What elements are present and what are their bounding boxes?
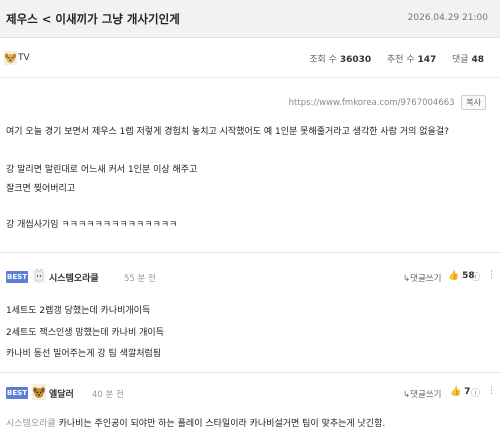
votes-count: 147 — [417, 55, 437, 65]
post-meta: TV 조회 수 36030 추천 수 147 댓글 48 — [0, 38, 500, 78]
post-date: 2026.04.29 21:00 — [407, 13, 488, 23]
post-url-line: https://www.fmkorea.com/9767004663 복사 — [289, 95, 486, 110]
post-page: 제우스 < 이새끼가 그냥 개사기인게 2026.04.29 21:00 TV … — [0, 0, 500, 440]
comment-item: BEST 시스템오라클 55 분 전 ↳댓글쓰기 👍 58 ⓘ ⋮ 1세트도 2… — [0, 252, 500, 370]
dog-avatar-icon[interactable] — [32, 384, 46, 400]
dog-avatar-icon[interactable] — [4, 51, 17, 65]
best-badge: BEST — [6, 387, 28, 399]
comment-text-line: 1세트도 2렙갱 당했는데 카나비개이득 — [6, 306, 151, 316]
thumbs-up-icon: 👍 — [448, 271, 460, 281]
avatar-icon[interactable] — [32, 268, 46, 284]
post-body-line: 잘크면 찢어버리고 — [6, 184, 76, 194]
comment-time: 55 분 전 — [124, 274, 156, 284]
comment-item: BEST 엘달러 40 분 전 ↳댓글쓰기 👍 7 ⓘ ⋮ 시스템오라클 카나비… — [0, 372, 500, 440]
comment-text-line: 2세트도 잭스인생 망했는데 카나비 개이득 — [6, 328, 164, 338]
post-stats: 조회 수 36030 추천 수 147 댓글 48 — [309, 52, 484, 65]
reply-target[interactable]: 시스템오라클 — [6, 419, 56, 429]
like-count: 7 — [464, 387, 471, 397]
comment-nickname[interactable]: 엘달러 — [49, 387, 74, 400]
comment-nickname[interactable]: 시스템오라클 — [49, 271, 99, 284]
comment-text-line: 카나비 동선 밀어주는게 강 팀 색깔처럼됨 — [6, 349, 162, 359]
comment-text: 카나비는 주인공이 되야만 하는 플레이 스타일이라 카나비설거면 팀이 맞추는… — [58, 419, 386, 429]
post-body-line: 여기 오늘 경기 보면서 제우스 1렙 저렇게 경험치 놓치고 시작했어도 예 … — [6, 127, 449, 137]
comment-text-line: 시스템오라클 카나비는 주인공이 되야만 하는 플레이 스타일이라 카나비설거면… — [6, 416, 385, 429]
comment-time: 40 분 전 — [92, 390, 124, 400]
views-count: 36030 — [339, 55, 372, 65]
best-badge: BEST — [6, 271, 28, 283]
views-label: 조회 수 — [309, 55, 337, 65]
like-button[interactable]: 👍 7 — [450, 387, 470, 397]
comments-count: 48 — [471, 55, 484, 65]
reply-button[interactable]: ↳댓글쓰기 — [403, 388, 441, 400]
post-title[interactable]: 제우스 < 이새끼가 그냥 개사기인게 — [6, 11, 180, 27]
votes-label: 추천 수 — [386, 55, 415, 65]
post-body-line: 강 말리면 말린대로 어느새 커서 1인분 이상 해주고 — [6, 165, 198, 175]
post-url[interactable]: https://www.fmkorea.com/9767004663 — [289, 98, 455, 108]
comments-label: 댓글 — [452, 55, 469, 65]
more-vertical-icon[interactable]: ⋮ — [487, 386, 496, 396]
more-vertical-icon[interactable]: ⋮ — [487, 270, 496, 280]
copy-url-button[interactable]: 복사 — [461, 95, 486, 110]
post-header: 제우스 < 이새끼가 그냥 개사기인게 2026.04.29 21:00 — [0, 0, 500, 38]
report-icon[interactable]: ⓘ — [471, 386, 480, 399]
thumbs-up-icon: 👍 — [450, 387, 462, 397]
report-icon[interactable]: ⓘ — [471, 270, 480, 283]
post-body-line: 강 개씹사기임 ㅋㅋㅋㅋㅋㅋㅋㅋㅋㅋㅋㅋㅋㅋ — [6, 220, 178, 230]
author-name[interactable]: TV — [18, 53, 30, 63]
reply-button[interactable]: ↳댓글쓰기 — [403, 272, 441, 284]
